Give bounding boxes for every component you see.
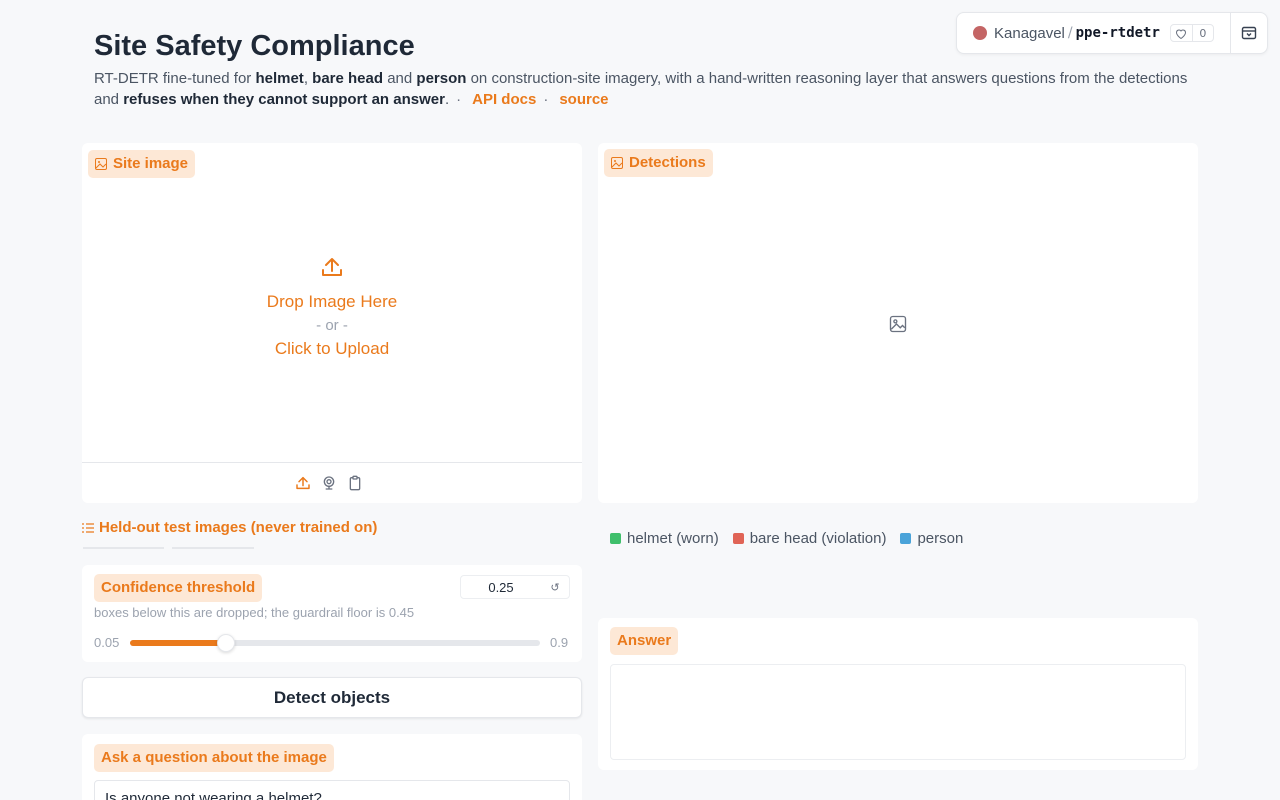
slider-fill <box>130 640 227 646</box>
confidence-slider[interactable] <box>130 634 540 652</box>
answer-output <box>610 664 1186 760</box>
answer-panel: Answer <box>598 618 1198 770</box>
held-out-examples-label: Held-out test images (never trained on) <box>82 519 377 536</box>
legend-swatch <box>900 533 912 544</box>
heart-icon <box>1171 25 1193 41</box>
click-upload-text: Click to Upload <box>274 339 390 358</box>
space-separator: / <box>1067 25 1073 41</box>
webcam-icon[interactable] <box>321 475 337 491</box>
confidence-input[interactable] <box>461 579 541 595</box>
space-repo-link[interactable]: ppe-rtdetr <box>1076 25 1160 41</box>
image-placeholder-icon <box>889 315 907 337</box>
api-docs-link[interactable]: API docs <box>472 91 536 108</box>
legend-item-bare-head: bare head (violation) <box>732 530 886 547</box>
source-selector <box>295 475 363 491</box>
confidence-info: boxes below this are dropped; the guardr… <box>94 605 415 620</box>
list-icon <box>82 522 94 533</box>
upload-source-icon[interactable] <box>295 475 311 491</box>
legend-swatch <box>610 533 621 544</box>
drop-text: Drop Image Here <box>266 292 398 311</box>
confidence-label: Confidence threshold <box>94 574 263 602</box>
space-badge: Kanagavel / ppe-rtdetr 0 <box>956 12 1268 54</box>
space-avatar <box>973 26 987 40</box>
like-count: 0 <box>1199 26 1207 40</box>
examples-tab-1[interactable] <box>83 547 164 549</box>
clipboard-icon[interactable] <box>347 475 363 491</box>
slider-thumb[interactable] <box>217 634 236 652</box>
reset-icon[interactable]: ↺ <box>541 581 569 594</box>
site-image-panel: Site image Drop Image Here - or - Click … <box>82 143 582 503</box>
answer-label: Answer <box>610 627 679 655</box>
question-panel: Ask a question about the image Is anyone… <box>82 734 582 800</box>
space-owner-link[interactable]: Kanagavel <box>994 25 1065 42</box>
upload-icon <box>322 258 342 276</box>
image-icon <box>611 157 623 169</box>
slider-min-label: 0.05 <box>94 635 120 650</box>
detection-legend: helmet (worn) bare head (violation) pers… <box>610 530 963 547</box>
detect-objects-button[interactable]: Detect objects <box>82 677 582 718</box>
question-input[interactable]: Is anyone not wearing a helmet? <box>94 780 570 800</box>
detections-panel: Detections <box>598 143 1198 503</box>
image-dropzone[interactable]: Drop Image Here - or - Click to Upload <box>82 143 582 463</box>
detections-label: Detections <box>604 149 713 177</box>
like-button[interactable]: 0 <box>1169 24 1214 42</box>
badge-divider <box>1230 13 1231 53</box>
legend-item-person: person <box>900 530 963 547</box>
page-description: RT-DETR fine-tuned for helmet, bare head… <box>94 70 1188 108</box>
legend-item-helmet: helmet (worn) <box>610 530 719 547</box>
examples-tab-2[interactable] <box>172 547 254 549</box>
confidence-panel: Confidence threshold ↺ boxes below this … <box>82 565 582 662</box>
collapse-icon[interactable] <box>1241 25 1257 45</box>
page-title: Site Safety Compliance <box>94 30 415 62</box>
legend-swatch <box>732 533 744 544</box>
confidence-number-field: ↺ <box>460 575 570 599</box>
question-label: Ask a question about the image <box>94 744 334 772</box>
or-text: - or - <box>316 317 348 334</box>
source-link[interactable]: source <box>559 91 608 108</box>
slider-max-label: 0.9 <box>550 635 569 650</box>
